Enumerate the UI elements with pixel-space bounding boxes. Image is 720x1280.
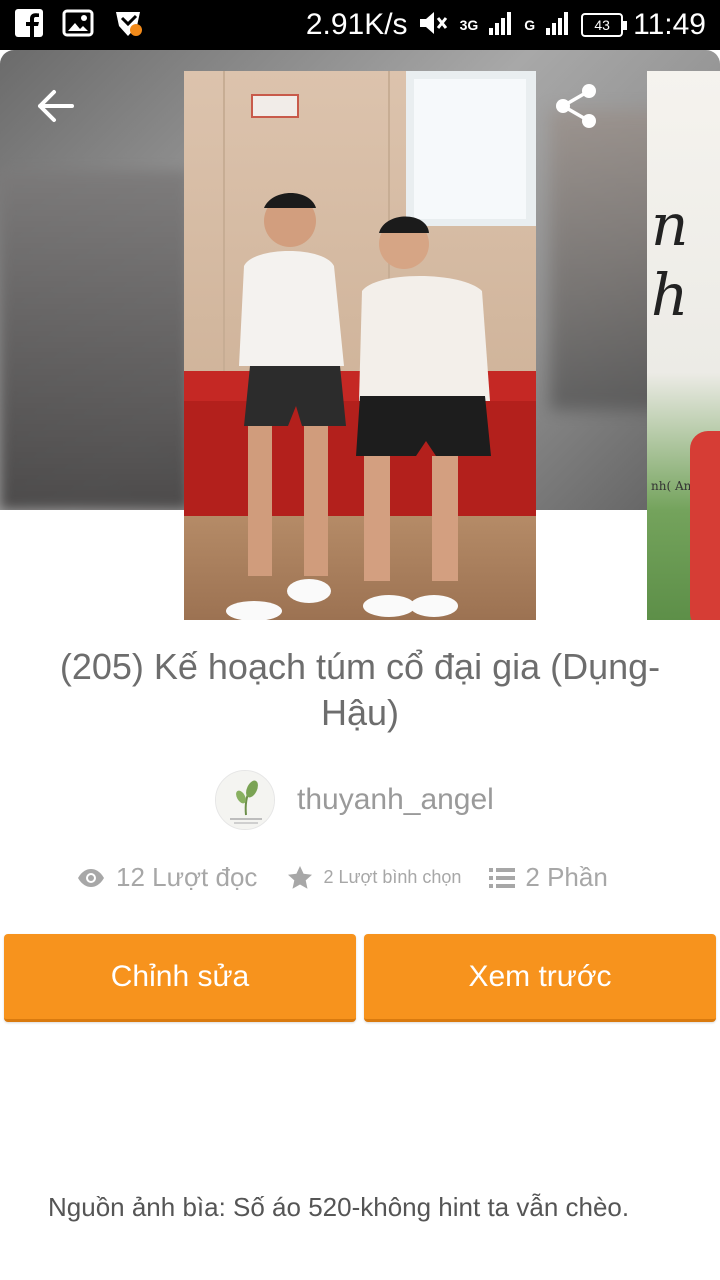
reads-stat: 12 Lượt đọc: [76, 862, 257, 893]
battery-icon: 43: [581, 13, 628, 37]
story-cover-image[interactable]: [184, 71, 536, 620]
star-icon: [288, 865, 313, 889]
battery-level: 43: [594, 17, 610, 33]
parts-stat: 2 Phần: [489, 862, 608, 893]
next-cover-red-shape: [690, 431, 720, 620]
back-button[interactable]: [28, 82, 84, 130]
facebook-icon: [14, 8, 44, 43]
clock: 11:49: [633, 8, 706, 41]
share-button[interactable]: [548, 78, 604, 134]
list-icon: [489, 867, 516, 888]
author-row[interactable]: thuyanh_angel: [215, 770, 494, 830]
mute-icon: [418, 9, 450, 42]
status-bar: 2.91K/s 3G G 43 11:49: [0, 0, 720, 50]
signal-g-icon: [545, 10, 571, 41]
backdrop-blur-left: [0, 170, 190, 510]
votes-stat: 2 Lượt bình chọn: [287, 865, 461, 891]
story-title: (205) Kế hoạch túm cổ đại gia (Dụng-Hậu): [59, 646, 661, 733]
gallery-icon: [62, 9, 94, 42]
arrow-left-icon: [38, 90, 74, 122]
cover-credit-text: Nguồn ảnh bìa: Số áo 520-không hint ta v…: [48, 1192, 630, 1222]
network-g-label: G: [524, 17, 536, 33]
network-3g-label: 3G: [459, 17, 479, 33]
shield-app-icon: [112, 8, 144, 43]
avatar[interactable]: [215, 770, 275, 830]
network-speed: 2.91K/s: [305, 8, 408, 41]
signal-3g-icon: [488, 10, 514, 41]
reads-count: 12 Lượt đọc: [116, 862, 258, 892]
next-story-cover-image[interactable]: nh nh( Angel ): [647, 71, 720, 620]
next-cover-script-text: nh: [651, 191, 689, 329]
eye-icon: [78, 868, 104, 887]
author-name[interactable]: thuyanh_angel: [297, 783, 494, 817]
share-icon: [556, 84, 596, 128]
preview-button[interactable]: Xem trước: [364, 934, 716, 1022]
story-stats: 12 Lượt đọc 2 Lượt bình chọn 2 Phần: [76, 862, 656, 893]
parts-count: 2 Phần: [525, 862, 608, 892]
edit-button[interactable]: Chỉnh sửa: [4, 934, 356, 1022]
votes-count: 2 Lượt bình chọn: [323, 867, 462, 887]
